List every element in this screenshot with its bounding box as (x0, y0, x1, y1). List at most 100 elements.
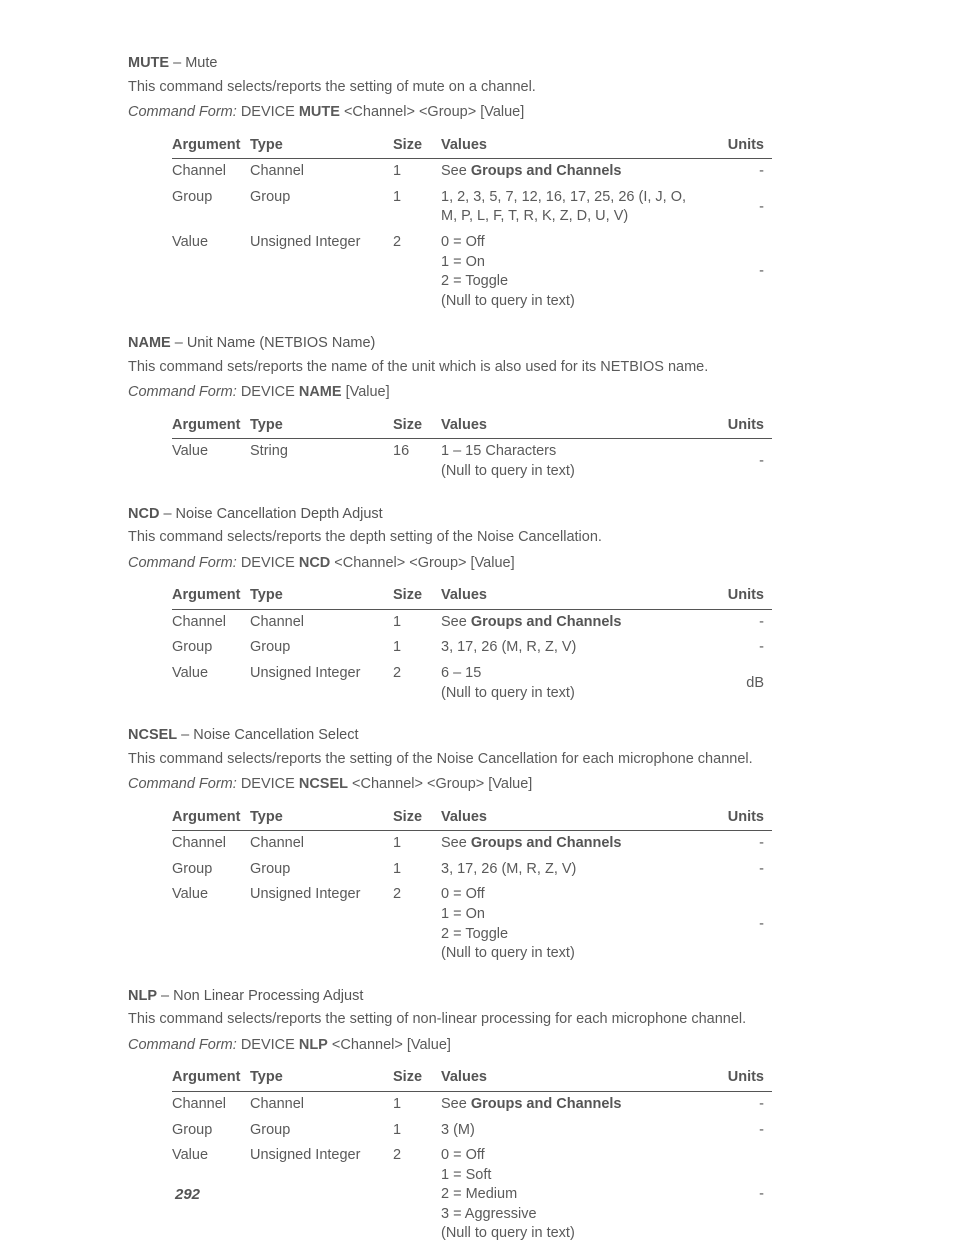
cell-units: - (714, 439, 772, 485)
command-name: Noise Cancellation Depth Adjust (176, 506, 383, 522)
cell-argument: Value (172, 439, 250, 485)
table-row: ValueUnsigned Integer26 – 15(Null to que… (172, 661, 772, 706)
table-row: ChannelChannel1See Groups and Channels- (172, 1091, 772, 1117)
cell-type: Group (250, 1118, 393, 1144)
cell-size: 1 (393, 857, 441, 883)
value-line: See Groups and Channels (441, 1095, 706, 1115)
cell-size: 2 (393, 230, 441, 314)
cell-units: - (714, 882, 772, 966)
cell-values: See Groups and Channels (441, 831, 714, 857)
value-line: See Groups and Channels (441, 162, 706, 182)
value-line: (Null to query in text) (441, 1224, 706, 1244)
table-row: GroupGroup13 (M)- (172, 1118, 772, 1144)
cell-size: 1 (393, 159, 441, 185)
see-prefix: See (441, 163, 471, 179)
command-form: Command Form: DEVICE NCD <Channel> <Grou… (128, 554, 826, 574)
cell-size: 2 (393, 661, 441, 706)
table-row: ChannelChannel1See Groups and Channels- (172, 609, 772, 635)
column-header-type: Type (250, 133, 393, 159)
cell-units: - (714, 1143, 772, 1247)
cell-size: 1 (393, 185, 441, 230)
value-line: 0 = Off (441, 233, 706, 253)
command-form-cmd: MUTE (299, 104, 340, 120)
command-form-label: Command Form: (128, 1037, 237, 1053)
arguments-table: ArgumentTypeSizeValuesUnitsChannelChanne… (172, 583, 772, 706)
command-form-label: Command Form: (128, 555, 237, 571)
table-row: ValueUnsigned Integer20 = Off1 = On2 = T… (172, 882, 772, 966)
column-header-units: Units (714, 805, 772, 831)
column-header-type: Type (250, 583, 393, 609)
cell-type: String (250, 439, 393, 485)
cell-argument: Channel (172, 831, 250, 857)
cell-units: - (714, 857, 772, 883)
value-line: 3, 17, 26 (M, R, Z, V) (441, 638, 706, 658)
value-line: 1 = On (441, 253, 706, 273)
command-description: This command selects/reports the setting… (128, 78, 826, 98)
arguments-table: ArgumentTypeSizeValuesUnitsChannelChanne… (172, 1065, 772, 1247)
command-form-args: <Channel> [Value] (332, 1037, 451, 1053)
value-line: 3 (M) (441, 1121, 706, 1141)
see-link: Groups and Channels (471, 614, 622, 630)
cell-type: Group (250, 635, 393, 661)
table-row: ValueString161 – 15 Characters(Null to q… (172, 439, 772, 485)
command-keyword: NCD (128, 506, 159, 522)
command-description: This command selects/reports the setting… (128, 750, 826, 770)
column-header-argument: Argument (172, 413, 250, 439)
cell-units: - (714, 185, 772, 230)
value-line: 2 = Toggle (441, 272, 706, 292)
command-form: Command Form: DEVICE NAME [Value] (128, 383, 826, 403)
page-number: 292 (175, 1185, 200, 1205)
title-separator: – (159, 506, 175, 522)
title-separator: – (171, 335, 187, 351)
command-description: This command sets/reports the name of th… (128, 358, 826, 378)
command-form-cmd: NCD (299, 555, 330, 571)
table-row: ChannelChannel1See Groups and Channels- (172, 159, 772, 185)
see-link: Groups and Channels (471, 1096, 622, 1112)
value-line: 0 = Off (441, 1146, 706, 1166)
command-title: NCSEL – Noise Cancellation Select (128, 726, 826, 746)
title-separator: – (177, 727, 193, 743)
command-form-device: DEVICE (241, 555, 295, 571)
command-title: MUTE – Mute (128, 54, 826, 74)
column-header-argument: Argument (172, 583, 250, 609)
cell-argument: Group (172, 185, 250, 230)
cell-units: dB (714, 661, 772, 706)
cell-values: 1, 2, 3, 5, 7, 12, 16, 17, 25, 26 (I, J,… (441, 185, 714, 230)
command-form-args: <Channel> <Group> [Value] (344, 104, 524, 120)
cell-units: - (714, 230, 772, 314)
value-line: 1, 2, 3, 5, 7, 12, 16, 17, 25, 26 (I, J,… (441, 188, 706, 227)
value-line: 2 = Toggle (441, 925, 706, 945)
value-line: 1 = On (441, 905, 706, 925)
cell-values: See Groups and Channels (441, 159, 714, 185)
value-line: 1 – 15 Characters (441, 442, 706, 462)
command-form-args: <Channel> <Group> [Value] (352, 776, 532, 792)
cell-size: 1 (393, 1118, 441, 1144)
cell-values: 0 = Off1 = Soft2 = Medium3 = Aggressive(… (441, 1143, 714, 1247)
cell-type: Unsigned Integer (250, 230, 393, 314)
value-line: 2 = Medium (441, 1185, 706, 1205)
cell-values: 3, 17, 26 (M, R, Z, V) (441, 635, 714, 661)
table-row: GroupGroup13, 17, 26 (M, R, Z, V)- (172, 635, 772, 661)
command-section: NLP – Non Linear Processing AdjustThis c… (128, 987, 826, 1247)
cell-units: - (714, 635, 772, 661)
see-prefix: See (441, 835, 471, 851)
cell-size: 1 (393, 635, 441, 661)
command-form-args: <Channel> <Group> [Value] (334, 555, 514, 571)
value-line: 3 = Aggressive (441, 1205, 706, 1225)
cell-type: Channel (250, 831, 393, 857)
cell-values: 3 (M) (441, 1118, 714, 1144)
command-title: NAME – Unit Name (NETBIOS Name) (128, 334, 826, 354)
cell-size: 16 (393, 439, 441, 485)
command-name: Unit Name (NETBIOS Name) (187, 335, 376, 351)
command-form: Command Form: DEVICE NLP <Channel> [Valu… (128, 1036, 826, 1056)
command-name: Mute (185, 55, 217, 71)
command-description: This command selects/reports the depth s… (128, 528, 826, 548)
column-header-values: Values (441, 133, 714, 159)
value-line: (Null to query in text) (441, 944, 706, 964)
value-line: (Null to query in text) (441, 462, 706, 482)
column-header-units: Units (714, 413, 772, 439)
arguments-table: ArgumentTypeSizeValuesUnitsValueString16… (172, 413, 772, 485)
column-header-units: Units (714, 1065, 772, 1091)
column-header-size: Size (393, 133, 441, 159)
command-name: Non Linear Processing Adjust (173, 988, 363, 1004)
